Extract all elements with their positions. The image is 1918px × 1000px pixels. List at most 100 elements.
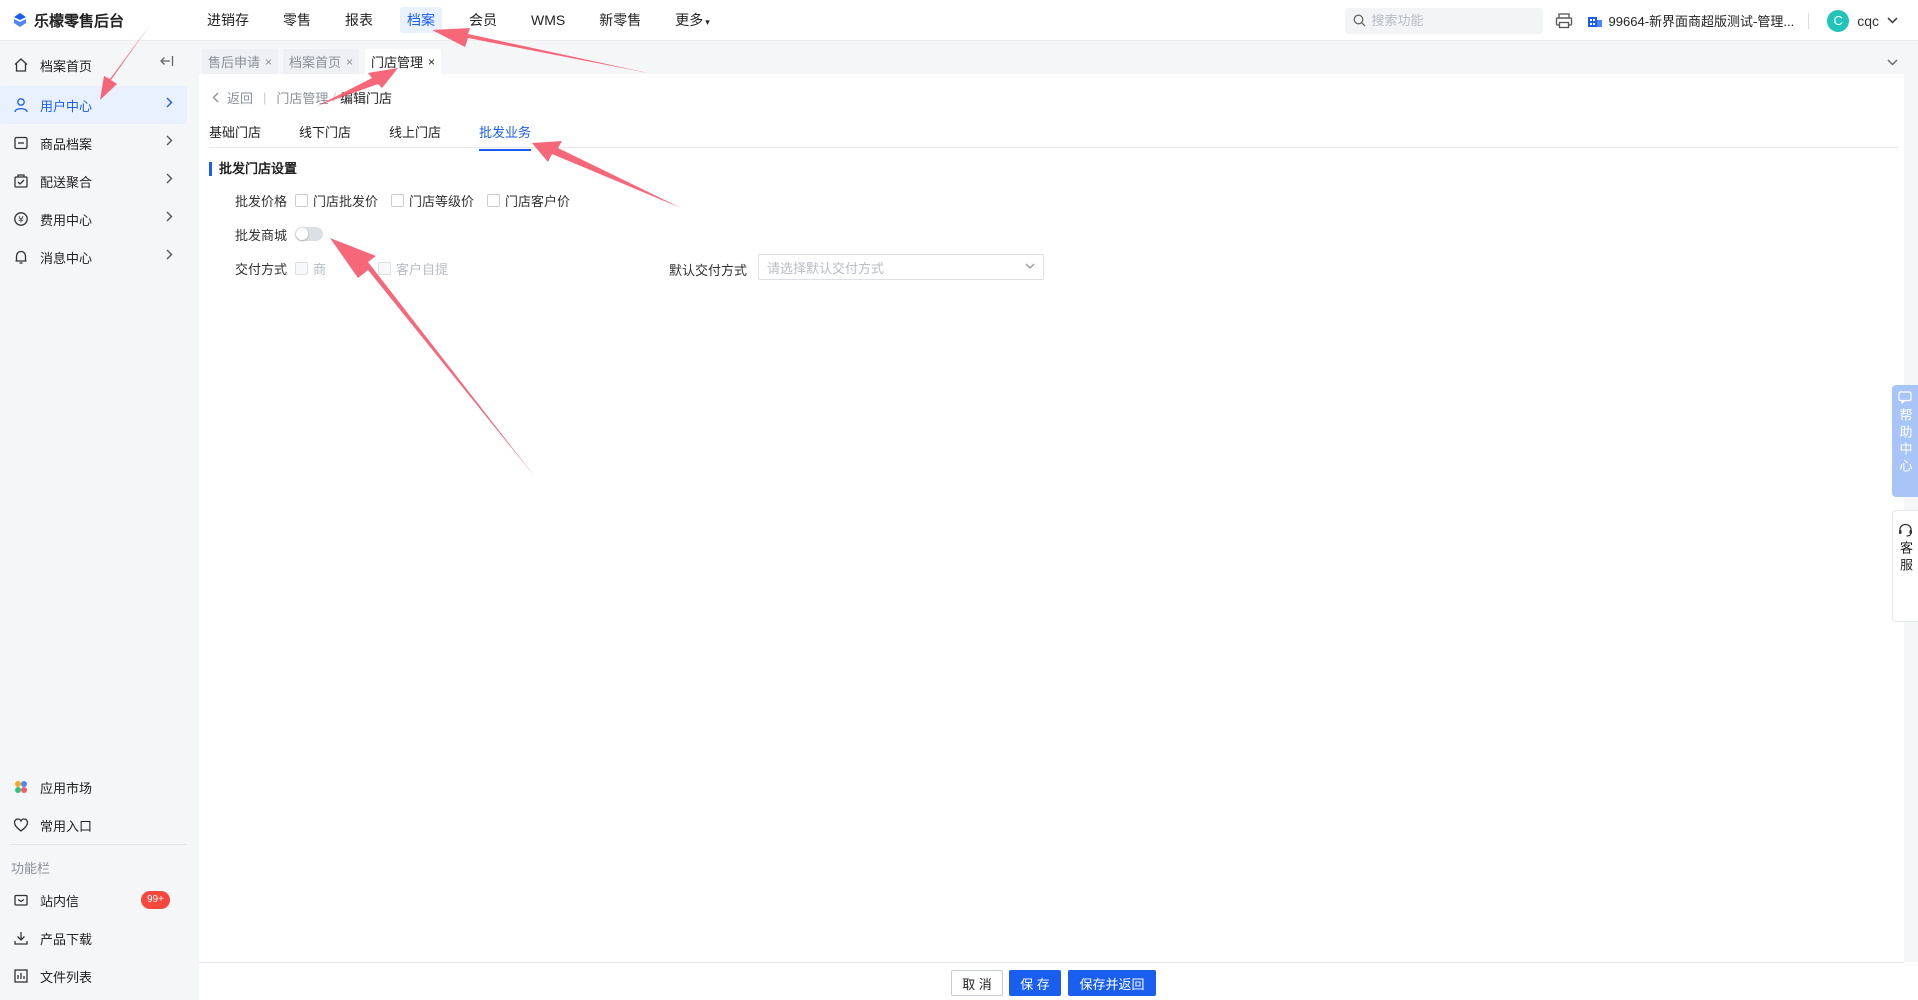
page-tab-after-sales[interactable]: 售后申请 × (202, 49, 279, 74)
chevron-down-icon (1887, 17, 1898, 24)
topnav-item-retail[interactable]: 零售 (276, 7, 318, 33)
yuan-icon: ¥ (12, 210, 30, 228)
save-and-return-button[interactable]: 保存并返回 (1068, 970, 1156, 996)
close-icon[interactable]: × (428, 55, 435, 69)
tab-basic-store[interactable]: 基础门店 (209, 122, 261, 149)
sidebar-item-app-market[interactable]: 应用市场 (0, 768, 187, 806)
help-center-panel[interactable]: 帮助中心 (1892, 385, 1918, 497)
sidebar-item-label: 文件列表 (40, 969, 93, 985)
action-bar: 取 消 保 存 保存并返回 (199, 962, 1904, 1000)
home-icon (12, 56, 30, 74)
wholesale-mall-label: 批发商城 (235, 228, 288, 243)
customer-service-label: 客服 (1898, 541, 1913, 575)
sidebar-item-product-archive[interactable]: 商品档案 (0, 124, 187, 162)
store-switcher[interactable]: 99664-新界面商超版测试-管理... (1587, 11, 1794, 30)
file-list-icon (12, 967, 30, 985)
store-tabs: 基础门店 线下门店 线上门店 批发业务 (209, 118, 1899, 151)
tab-online-store[interactable]: 线上门店 (389, 122, 441, 149)
top-right-area: 99664-新界面商超版测试-管理... C cqc (1344, 0, 1918, 41)
sidebar-item-message-center[interactable]: 消息中心 (0, 238, 187, 276)
page-tab-label: 门店管理 (371, 55, 424, 70)
checkbox-box (487, 194, 500, 207)
top-nav: 进销存 零售 报表 档案 会员 WMS 新零售 更多 ▾ (200, 0, 737, 41)
app-logo[interactable]: 乐檬零售后台 (0, 10, 200, 31)
sidebar-item-label: 消息中心 (40, 250, 93, 266)
app-title: 乐檬零售后台 (34, 12, 125, 30)
tab-wholesale[interactable]: 批发业务 (479, 122, 532, 151)
tab-offline-store[interactable]: 线下门店 (299, 122, 351, 149)
search-input[interactable] (1371, 13, 1532, 28)
bell-icon (12, 248, 30, 266)
caret-down-icon: ▾ (705, 17, 710, 27)
sidebar-item-favorites[interactable]: 常用入口 (0, 806, 187, 844)
checkbox-delivery-merchant[interactable]: 商 (295, 259, 326, 278)
topnav-item-new-retail[interactable]: 新零售 (592, 7, 648, 33)
divider (10, 844, 187, 845)
cancel-button[interactable]: 取 消 (951, 970, 1003, 996)
default-delivery-select[interactable]: 请选择默认交付方式 (758, 254, 1044, 280)
checkbox-store-level-price[interactable]: 门店等级价 (391, 191, 474, 210)
user-menu[interactable]: C cqc (1827, 9, 1898, 32)
breadcrumb-current: 编辑门店 (340, 91, 393, 106)
breadcrumb-separator: / (332, 90, 337, 105)
page-tabs-bar: 售后申请 × 档案首页 × 门店管理 × (199, 41, 1918, 74)
store-icon (1587, 16, 1602, 27)
chevron-right-icon (166, 211, 173, 222)
chevron-right-icon (166, 135, 173, 146)
checkbox-box (391, 194, 404, 207)
page-tab-label: 档案首页 (289, 55, 342, 70)
sidebar-item-label: 用户中心 (40, 98, 93, 114)
sidebar-item-label: 商品档案 (40, 136, 93, 152)
topnav-item-members[interactable]: 会员 (462, 7, 504, 33)
sidebar-item-archive-home[interactable]: 档案首页 (0, 46, 187, 84)
chevron-right-icon (166, 97, 173, 108)
checkbox-delivery-self-pickup[interactable]: 客户自提 (378, 259, 448, 278)
sidebar-item-label: 站内信 (40, 893, 80, 909)
sidebar-item-user-center[interactable]: 用户中心 (0, 86, 187, 124)
sidebar-item-product-download[interactable]: 产品下载 (0, 919, 187, 957)
checkbox-store-customer-price[interactable]: 门店客户价 (487, 191, 570, 210)
topnav-item-inventory[interactable]: 进销存 (200, 7, 256, 33)
wholesale-mall-toggle[interactable] (295, 227, 323, 241)
topnav-item-more[interactable]: 更多 ▾ (668, 7, 717, 33)
breadcrumb-divider: | (263, 90, 267, 105)
sidebar-item-inbox[interactable]: 站内信 99+ (0, 881, 187, 919)
checkbox-box (378, 262, 391, 275)
checkbox-label: 客户自提 (396, 262, 449, 277)
customer-service-panel[interactable]: 客服 (1892, 510, 1918, 622)
topnav-item-reports[interactable]: 报表 (338, 7, 380, 33)
chat-icon (1898, 391, 1912, 404)
back-link[interactable]: 返回 (212, 88, 253, 107)
checkbox-label: 门店客户价 (505, 194, 571, 209)
close-icon[interactable]: × (346, 55, 353, 69)
breadcrumb-parent[interactable]: 门店管理 (276, 88, 328, 107)
page-tab-archive-home[interactable]: 档案首页 × (283, 49, 360, 74)
sidebar-section-label: 功能栏 (11, 861, 51, 876)
sidebar-item-delivery[interactable]: 配送聚合 (0, 162, 187, 200)
close-icon[interactable]: × (265, 55, 272, 69)
sidebar-item-label: 常用入口 (40, 818, 93, 834)
printer-icon[interactable] (1555, 12, 1573, 29)
section-title: 批发门店设置 (209, 162, 297, 176)
back-label: 返回 (227, 91, 254, 106)
sidebar-item-fee-center[interactable]: ¥ 费用中心 (0, 200, 187, 238)
checkbox-label: 门店等级价 (409, 194, 475, 209)
page-tab-store-management[interactable]: 门店管理 × (365, 49, 442, 74)
toggle-knob (296, 228, 308, 240)
user-name: cqc (1857, 12, 1879, 29)
collapse-sidebar-icon[interactable] (160, 54, 174, 70)
user-icon (12, 96, 30, 114)
sidebar: 档案首页 用户中心 商品档案 配送聚合 ¥ 费用中心 消息中心 应用市场 常用入… (0, 41, 199, 1000)
sidebar-item-label: 应用市场 (40, 780, 93, 796)
checkbox-store-wholesale-price[interactable]: 门店批发价 (295, 191, 378, 210)
topnav-item-archives[interactable]: 档案 (400, 7, 442, 33)
breadcrumb: 返回 | 门店管理 / 编辑门店 (212, 88, 392, 107)
sidebar-item-file-list[interactable]: 文件列表 (0, 957, 187, 995)
help-center-label: 帮助中心 (1897, 408, 1913, 476)
save-button[interactable]: 保 存 (1009, 970, 1061, 996)
search-box (1344, 7, 1543, 34)
select-placeholder: 请选择默认交付方式 (767, 260, 885, 276)
headset-icon (1899, 523, 1912, 537)
topnav-item-wms[interactable]: WMS (524, 9, 572, 31)
chevron-down-icon[interactable] (1887, 53, 1898, 69)
